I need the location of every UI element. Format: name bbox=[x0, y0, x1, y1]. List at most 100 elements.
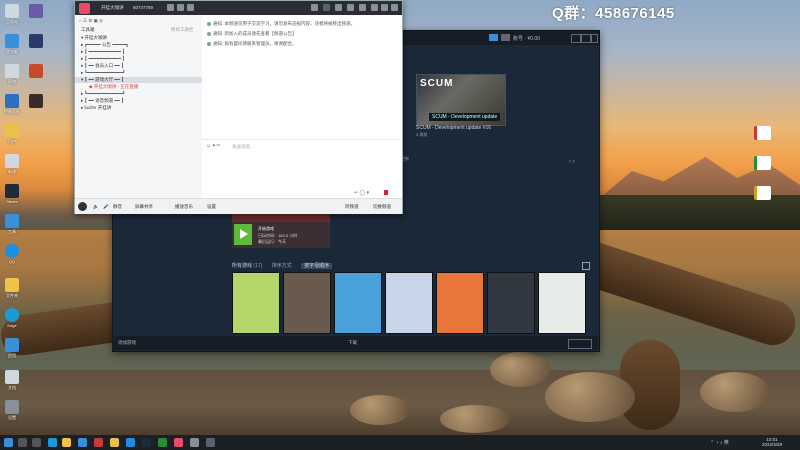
app-icon[interactable] bbox=[190, 438, 199, 447]
gamepad-icon[interactable] bbox=[347, 4, 354, 11]
tree-item[interactable]: ▸ ┃ ━━━━━━━━━━━━ ┃ bbox=[81, 49, 125, 55]
edge-icon[interactable] bbox=[48, 438, 57, 447]
avatar[interactable] bbox=[78, 202, 87, 211]
minimize-button[interactable] bbox=[371, 4, 378, 11]
carousel-arrows[interactable]: ‹ › bbox=[569, 159, 587, 165]
notification-icon[interactable] bbox=[501, 34, 510, 41]
mic-icon[interactable]: 🎤 bbox=[103, 204, 109, 210]
close-button[interactable] bbox=[391, 4, 398, 11]
game-tile[interactable] bbox=[385, 272, 433, 334]
minimize-button[interactable] bbox=[571, 34, 581, 43]
app-icon[interactable] bbox=[158, 438, 167, 447]
chat-icon[interactable] bbox=[311, 4, 318, 11]
more-icon[interactable] bbox=[187, 4, 194, 11]
left-subheader[interactable]: 所有工具栏 bbox=[171, 27, 194, 33]
tree-item[interactable]: ▸ ┃ ━━ 会员入口 ━━ ┃ bbox=[81, 63, 124, 69]
desktop-icon[interactable] bbox=[24, 34, 48, 48]
compose-box[interactable]: ☺ ▾ ✂ 发送消息... ↵ ◯ ▾ bbox=[202, 139, 401, 200]
app-icon[interactable] bbox=[110, 438, 119, 447]
desktop-icon[interactable]: 文件夹 bbox=[0, 278, 24, 298]
desktop-icon[interactable] bbox=[24, 4, 48, 18]
listen-channel-button[interactable]: 听频道 bbox=[345, 204, 359, 210]
steam-icon[interactable] bbox=[142, 438, 151, 447]
tree-item[interactable]: ▸ ┗━━━━━━━━━━━━━┛ bbox=[81, 70, 125, 76]
sort-dropdown[interactable]: 按字母顺序 bbox=[301, 263, 333, 269]
star-icon[interactable] bbox=[167, 4, 174, 11]
app-icon[interactable] bbox=[94, 438, 103, 447]
video-icon[interactable] bbox=[359, 4, 366, 11]
downloads-button[interactable]: 下载 bbox=[348, 340, 357, 346]
desktop-icon[interactable] bbox=[750, 186, 774, 200]
desktop-icon[interactable]: Edge bbox=[0, 308, 24, 328]
clock[interactable]: 10:01 2022/3/29 bbox=[762, 437, 782, 447]
maximize-button[interactable] bbox=[581, 34, 591, 43]
share-icon[interactable] bbox=[177, 4, 184, 11]
system-tray[interactable]: ⌃ ◔ ♪ 英 bbox=[710, 439, 729, 446]
desktop-icon[interactable]: 工具 bbox=[0, 214, 24, 234]
live-channel[interactable]: ◆ 开挂大咖讲 · 正在直播 bbox=[89, 84, 138, 90]
screen-share-button[interactable]: 屏幕共享 bbox=[135, 204, 153, 210]
desktop-icon[interactable]: 设置 bbox=[0, 400, 24, 420]
maximize-button[interactable] bbox=[381, 4, 388, 11]
friends-chat-button[interactable] bbox=[568, 339, 592, 349]
desktop-icon[interactable] bbox=[24, 94, 48, 108]
message-input[interactable]: 发送消息... bbox=[232, 144, 254, 150]
desktop-icon[interactable]: 此电脑 bbox=[0, 34, 24, 54]
desktop-icon[interactable]: 回收站 bbox=[0, 4, 24, 24]
game-tile[interactable] bbox=[538, 272, 586, 334]
close-button[interactable] bbox=[591, 34, 598, 43]
collapse-icon[interactable] bbox=[582, 262, 590, 270]
qq-icon[interactable] bbox=[126, 438, 135, 447]
task-view-icon[interactable] bbox=[32, 438, 41, 447]
friends-icon[interactable] bbox=[489, 34, 498, 41]
game-icon[interactable] bbox=[335, 4, 342, 11]
app-icon[interactable] bbox=[174, 438, 183, 447]
mute-button[interactable]: 静音 bbox=[113, 204, 122, 210]
switch-channel-button[interactable]: 切换频道 bbox=[373, 204, 391, 210]
settings-button[interactable]: 设置 bbox=[207, 204, 216, 210]
record-icon[interactable] bbox=[384, 190, 388, 195]
tree-item[interactable]: ▸ ┃ ━━ 语音频道 ━━ ┃ bbox=[81, 98, 124, 104]
send-options-icon[interactable]: ↵ ◯ ▾ bbox=[354, 190, 369, 196]
games-header[interactable]: 所有游戏 (17) bbox=[232, 263, 262, 269]
tree-item[interactable]: ▾ 开挂大咖讲 bbox=[81, 35, 107, 41]
desktop-icon[interactable]: 用户 bbox=[0, 124, 24, 144]
desktop-icon[interactable] bbox=[24, 64, 48, 78]
scum-news-image[interactable]: SCUM SCUM - Development update bbox=[416, 74, 506, 126]
game-tile[interactable] bbox=[487, 272, 535, 334]
app-icon[interactable] bbox=[206, 438, 215, 447]
desktop-icon[interactable]: Steam bbox=[0, 184, 24, 204]
steam-user[interactable]: 账号 · ¥0.00 bbox=[513, 35, 540, 42]
desktop-icon[interactable]: 应用 bbox=[0, 338, 24, 358]
desktop-icon[interactable]: 网络 bbox=[0, 64, 24, 84]
start-icon[interactable] bbox=[4, 438, 13, 447]
tree-item[interactable]: ▸ ┃ ━━━━━━━━━━━━ ┃ bbox=[81, 56, 125, 62]
tree-item[interactable]: ▸ ┗━━━━━━━━━━━━━┛ bbox=[81, 91, 125, 97]
left-header[interactable]: 工具箱 bbox=[81, 27, 95, 33]
game-tile[interactable] bbox=[436, 272, 484, 334]
emoji-icon[interactable]: ☺ ▾ ✂ bbox=[206, 143, 221, 149]
search-icon[interactable] bbox=[18, 438, 27, 447]
home-icon[interactable] bbox=[323, 4, 330, 11]
tree-item[interactable]: ▸ lucifer 开挂讲 bbox=[81, 105, 111, 111]
desktop-icon[interactable] bbox=[750, 126, 774, 140]
desktop-icon[interactable]: 文档 bbox=[0, 370, 24, 390]
explorer-icon[interactable] bbox=[62, 438, 71, 447]
play-button[interactable] bbox=[234, 224, 252, 245]
game-tile[interactable] bbox=[283, 272, 331, 334]
volume-icon[interactable]: 🔈 bbox=[93, 204, 99, 210]
desktop-icon[interactable]: 新建 bbox=[0, 154, 24, 174]
add-game-button[interactable]: 添加游戏 bbox=[118, 340, 136, 346]
store-icon[interactable] bbox=[78, 438, 87, 447]
game-icon bbox=[29, 64, 43, 78]
news-title[interactable]: SCUM - Development update #16 bbox=[416, 125, 491, 131]
desktop-icon[interactable]: 控制面板 bbox=[0, 94, 24, 114]
tree-item-active[interactable]: ▾ ┃ ━━ 游戏大厅 ━━ ┃ bbox=[75, 77, 202, 83]
desktop-icon[interactable]: QQ bbox=[0, 244, 24, 264]
play-music-button[interactable]: 播放音乐 bbox=[175, 204, 193, 210]
toolbar-icons[interactable]: ⌂ ☰ ⚙ ▣ ◎ bbox=[79, 18, 103, 24]
tree-item[interactable]: ▸ ┏━━━━━ 公告 ━━━━━┓ bbox=[81, 42, 129, 48]
game-tile[interactable] bbox=[232, 272, 280, 334]
desktop-icon[interactable] bbox=[750, 156, 774, 170]
game-tile[interactable] bbox=[334, 272, 382, 334]
